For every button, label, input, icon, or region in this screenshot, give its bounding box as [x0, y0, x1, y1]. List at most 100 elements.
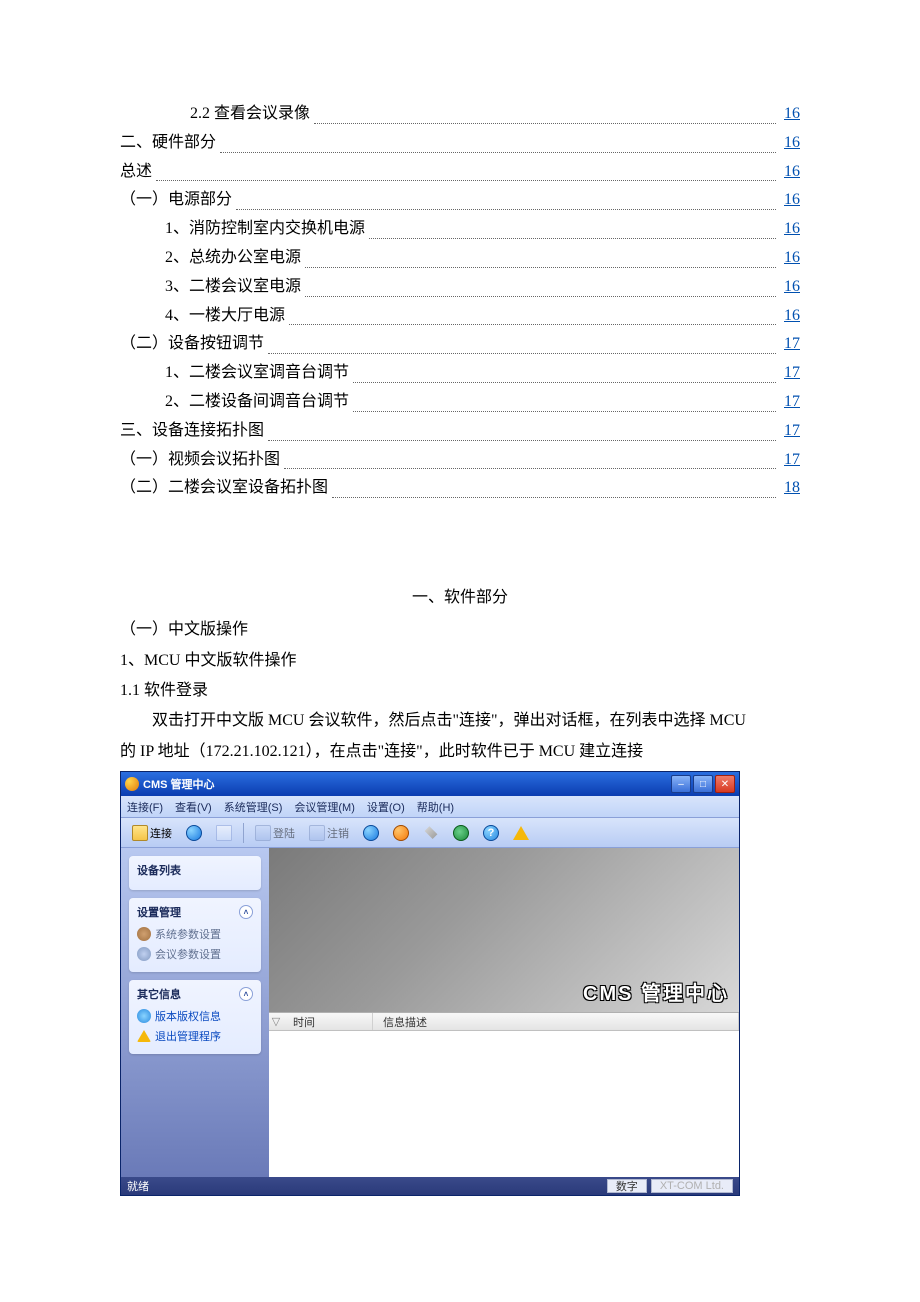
toc-entry[interactable]: 4、一楼大厅电源 16 [120, 302, 800, 331]
toc-entry[interactable]: （二）二楼会议室设备拓扑图 18 [120, 474, 800, 503]
toc-leader [305, 296, 776, 297]
menu-sysmgmt[interactable]: 系统管理(S) [224, 799, 283, 815]
toc-page[interactable]: 16 [780, 129, 800, 158]
toc-entry[interactable]: 总述16 [120, 158, 800, 187]
connect-button-label: 连接 [150, 825, 172, 841]
heading-level-3: 1.1 软件登录 [120, 676, 800, 706]
toc-page[interactable]: 16 [780, 158, 800, 187]
table-of-contents: 2.2 查看会议录像16二、硬件部分16总述16（一）电源部分161、消防控制室… [120, 100, 800, 503]
toc-entry[interactable]: 二、硬件部分16 [120, 129, 800, 158]
connect-button[interactable]: 连接 [127, 822, 177, 844]
toc-page[interactable]: 16 [780, 244, 800, 273]
close-button[interactable]: ✕ [715, 775, 735, 793]
toc-page[interactable]: 17 [780, 359, 800, 388]
log-col-desc[interactable]: 信息描述 [373, 1013, 739, 1030]
menu-settings[interactable]: 设置(O) [367, 799, 405, 815]
toc-entry[interactable]: （二）设备按钮调节 17 [120, 330, 800, 359]
warning-icon [137, 1030, 151, 1042]
panel-device-list: 设备列表 [129, 856, 261, 890]
toc-entry[interactable]: 2、总统办公室电源 16 [120, 244, 800, 273]
filter-icon[interactable]: ▽ [269, 1015, 283, 1028]
heading-level-1: （一）中文版操作 [120, 615, 800, 645]
toc-page[interactable]: 16 [780, 302, 800, 331]
gear-icon [137, 927, 151, 941]
menubar: 连接(F) 查看(V) 系统管理(S) 会议管理(M) 设置(O) 帮助(H) [121, 796, 739, 818]
chevron-up-icon[interactable]: ˄ [239, 905, 253, 919]
menu-view[interactable]: 查看(V) [175, 799, 212, 815]
toc-entry[interactable]: 1、二楼会议室调音台调节17 [120, 359, 800, 388]
globe-icon [186, 825, 202, 841]
toolbar-separator [243, 823, 244, 843]
paragraph-line-2: 的 IP 地址（172.21.102.121），在点击"连接"，此时软件已于 M… [120, 737, 800, 767]
toc-label: 4、一楼大厅电源 [165, 302, 285, 331]
sidebar-item-label: 会议参数设置 [155, 946, 221, 962]
sidebar-item-exit[interactable]: 退出管理程序 [137, 1026, 253, 1046]
orange-button[interactable] [388, 822, 414, 844]
menu-help[interactable]: 帮助(H) [417, 799, 454, 815]
toc-page[interactable]: 17 [780, 417, 800, 446]
toc-label: 2.2 查看会议录像 [190, 100, 310, 129]
toc-entry[interactable]: 2.2 查看会议录像 16 [120, 100, 800, 129]
toc-entry[interactable]: 2、二楼设备间调音台调节 17 [120, 388, 800, 417]
folder-icon [132, 825, 148, 841]
help-button[interactable]: ? [478, 822, 504, 844]
maximize-button[interactable]: □ [693, 775, 713, 793]
titlebar[interactable]: CMS 管理中心 ‒ □ ✕ [121, 772, 739, 796]
orange-icon [393, 825, 409, 841]
toc-label: （二）二楼会议室设备拓扑图 [120, 474, 328, 503]
globe-button[interactable] [181, 822, 207, 844]
sidebar-item-label: 退出管理程序 [155, 1028, 221, 1044]
toc-label: （一）电源部分 [120, 186, 232, 215]
menu-connect[interactable]: 连接(F) [127, 799, 163, 815]
toc-entry[interactable]: （一）电源部分 16 [120, 186, 800, 215]
wrench-icon [423, 825, 439, 841]
menu-confmgmt[interactable]: 会议管理(M) [294, 799, 355, 815]
toc-label: （二）设备按钮调节 [120, 330, 264, 359]
toc-leader [268, 353, 776, 354]
toc-leader [369, 238, 776, 239]
toc-page[interactable]: 18 [780, 474, 800, 503]
toc-page[interactable]: 16 [780, 186, 800, 215]
toc-leader [284, 468, 776, 469]
toc-entry[interactable]: 1、消防控制室内交换机电源16 [120, 215, 800, 244]
toc-entry[interactable]: （一）视频会议拓扑图17 [120, 446, 800, 475]
log-col-time[interactable]: 时间 [283, 1013, 373, 1030]
login-button[interactable]: 登陆 [250, 822, 300, 844]
mail-button[interactable] [211, 822, 237, 844]
globe-icon [363, 825, 379, 841]
toc-leader [353, 382, 776, 383]
minimize-button[interactable]: ‒ [671, 775, 691, 793]
tools-button[interactable] [418, 822, 444, 844]
toc-page[interactable]: 17 [780, 388, 800, 417]
status-ready: 就绪 [127, 1178, 149, 1194]
panel-title: 其它信息 [137, 986, 181, 1002]
toc-page[interactable]: 16 [780, 215, 800, 244]
sidebar-item-label: 系统参数设置 [155, 926, 221, 942]
toolbar: 连接 登陆 注销 ? [121, 818, 739, 848]
toc-label: 3、二楼会议室电源 [165, 273, 301, 302]
status-numlock: 数字 [607, 1179, 647, 1193]
warn-button[interactable] [508, 822, 534, 844]
toc-label: 2、二楼设备间调音台调节 [165, 388, 349, 417]
refresh-button[interactable] [448, 822, 474, 844]
toc-entry[interactable]: 3、二楼会议室电源 16 [120, 273, 800, 302]
sidebar-item-sysparam[interactable]: 系统参数设置 [137, 924, 253, 944]
toc-page[interactable]: 16 [780, 273, 800, 302]
toc-leader [305, 267, 776, 268]
help-icon [137, 1009, 151, 1023]
gear-icon [137, 947, 151, 961]
globe2-button[interactable] [358, 822, 384, 844]
toc-page[interactable]: 17 [780, 330, 800, 359]
toc-page[interactable]: 16 [780, 100, 800, 129]
cms-app-window: CMS 管理中心 ‒ □ ✕ 连接(F) 查看(V) 系统管理(S) 会议管理(… [120, 771, 740, 1196]
chevron-up-icon[interactable]: ˄ [239, 987, 253, 1001]
refresh-icon [453, 825, 469, 841]
sidebar-item-confparam[interactable]: 会议参数设置 [137, 944, 253, 964]
toc-entry[interactable]: 三、设备连接拓扑图 17 [120, 417, 800, 446]
register-button[interactable]: 注销 [304, 822, 354, 844]
section-title: 一、软件部分 [120, 583, 800, 607]
toc-label: 三、设备连接拓扑图 [120, 417, 264, 446]
toc-page[interactable]: 17 [780, 446, 800, 475]
toc-label: 2、总统办公室电源 [165, 244, 301, 273]
sidebar-item-version[interactable]: 版本版权信息 [137, 1006, 253, 1026]
